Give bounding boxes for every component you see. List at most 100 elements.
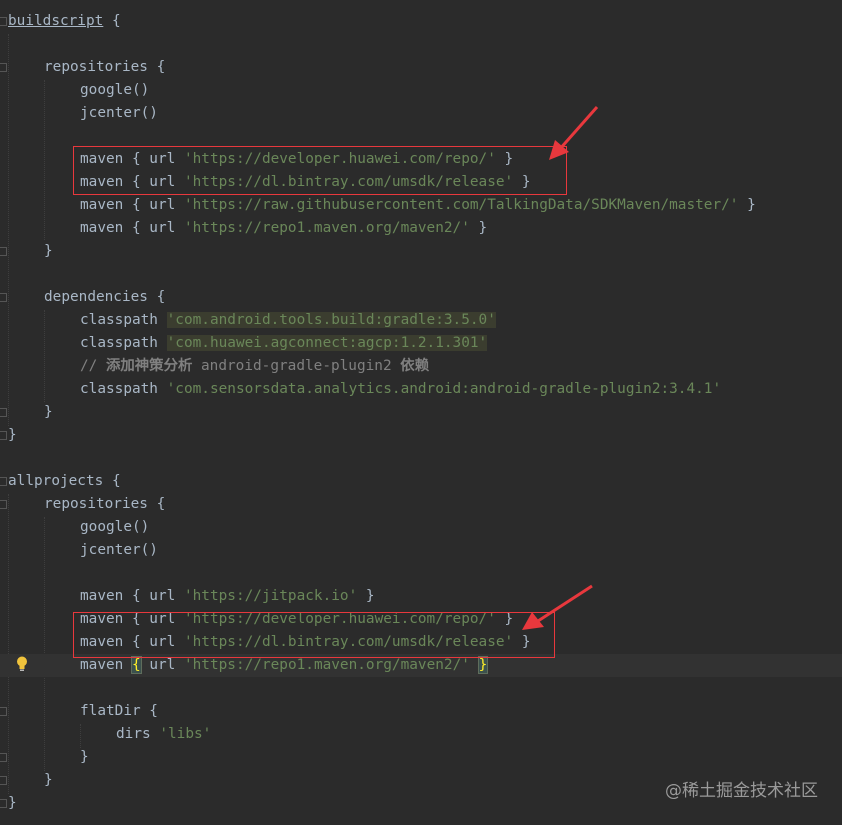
code-text: jcenter()	[80, 539, 158, 562]
code-token: }	[44, 243, 53, 259]
code-line[interactable]: }	[0, 401, 842, 424]
code-token: maven { url	[80, 220, 184, 236]
code-token: classpath	[80, 335, 167, 351]
code-token: repositories {	[44, 496, 166, 512]
comment-token: 依赖	[400, 358, 430, 374]
code-token: }	[8, 427, 17, 443]
code-text: classpath 'com.huawei.agconnect:agcp:1.2…	[80, 332, 488, 355]
code-text: dependencies {	[44, 286, 165, 309]
code-line[interactable]: buildscript {	[0, 10, 842, 33]
code-text: allprojects {	[8, 470, 121, 493]
code-line[interactable]	[0, 33, 842, 56]
code-line[interactable]: maven { url 'https://raw.githubuserconte…	[0, 194, 842, 217]
code-token: jcenter()	[80, 105, 158, 121]
code-token: google()	[80, 519, 150, 535]
code-line[interactable]: // 添加神策分析 android-gradle-plugin2 依赖	[0, 355, 842, 378]
code-token: classpath	[80, 312, 167, 328]
comment-token: //	[80, 358, 106, 374]
code-text: google()	[80, 516, 149, 539]
code-text: classpath 'com.android.tools.build:gradl…	[80, 309, 496, 332]
code-token: {	[103, 13, 121, 29]
code-token: maven	[80, 657, 132, 673]
watermark: @稀土掘金技术社区	[665, 781, 818, 801]
code-token: }	[357, 588, 375, 604]
code-token: }	[8, 795, 17, 811]
string-token: 'com.huawei.agconnect:agcp:1.2.1.301'	[166, 335, 488, 351]
code-token: }	[738, 197, 756, 213]
code-line[interactable]: allprojects {	[0, 470, 842, 493]
code-text: maven { url 'https://repo1.maven.org/mav…	[80, 217, 487, 240]
code-line[interactable]: dirs 'libs'	[0, 723, 842, 746]
code-token: {	[131, 656, 142, 674]
red-arrow-icon	[549, 106, 599, 160]
code-text: maven { url 'https://raw.githubuserconte…	[80, 194, 756, 217]
string-token: 'https://repo1.maven.org/maven2/'	[183, 657, 470, 673]
code-token: url	[140, 657, 184, 673]
code-line[interactable]	[0, 263, 842, 286]
code-text: buildscript {	[8, 10, 121, 33]
code-token: flatDir {	[80, 703, 158, 719]
code-text: }	[8, 792, 17, 815]
code-token: classpath	[80, 381, 167, 397]
code-text: google()	[80, 79, 149, 102]
code-token: dependencies {	[44, 289, 166, 305]
string-token: 'com.android.tools.build:gradle:3.5.0'	[166, 312, 496, 328]
string-token: 'https://repo1.maven.org/maven2/'	[183, 220, 470, 236]
code-token: }	[80, 749, 89, 765]
comment-token: android-gradle-plugin2	[192, 358, 401, 374]
code-line[interactable]: flatDir {	[0, 700, 842, 723]
code-token: maven { url	[80, 588, 184, 604]
string-token: 'libs'	[159, 726, 212, 742]
code-token: google()	[80, 82, 150, 98]
code-line[interactable]: classpath 'com.sensorsdata.analytics.and…	[0, 378, 842, 401]
code-line[interactable]: google()	[0, 516, 842, 539]
code-line[interactable]: repositories {	[0, 493, 842, 516]
code-text: }	[44, 769, 53, 792]
code-line[interactable]: }	[0, 424, 842, 447]
code-token: repositories {	[44, 59, 166, 75]
code-token: }	[44, 404, 53, 420]
code-text: repositories {	[44, 56, 165, 79]
comment-token: 添加神策分析	[106, 358, 193, 374]
code-line[interactable]: jcenter()	[0, 539, 842, 562]
code-token: allprojects {	[8, 473, 121, 489]
code-text: // 添加神策分析 android-gradle-plugin2 依赖	[80, 355, 429, 378]
code-line[interactable]: }	[0, 746, 842, 769]
block-link[interactable]: buildscript	[8, 13, 103, 29]
code-token: jcenter()	[80, 542, 158, 558]
code-text: dirs 'libs'	[116, 723, 211, 746]
code-token: maven { url	[80, 197, 184, 213]
string-token: 'https://raw.githubusercontent.com/Talki…	[183, 197, 739, 213]
red-arrow-icon	[522, 584, 593, 630]
code-token: }	[44, 772, 53, 788]
highlight-box-allprojects	[73, 612, 555, 658]
code-token: }	[477, 656, 489, 674]
code-token: }	[469, 220, 488, 236]
code-line[interactable]: classpath 'com.android.tools.build:gradl…	[0, 309, 842, 332]
code-line[interactable]: maven { url 'https://repo1.maven.org/mav…	[0, 217, 842, 240]
code-text: }	[44, 401, 53, 424]
code-line[interactable]	[0, 677, 842, 700]
code-line[interactable]	[0, 125, 842, 148]
highlight-box-buildscript	[73, 146, 567, 195]
code-text: }	[8, 424, 17, 447]
code-line[interactable]: classpath 'com.huawei.agconnect:agcp:1.2…	[0, 332, 842, 355]
code-line[interactable]: repositories {	[0, 56, 842, 79]
code-text: maven { url 'https://jitpack.io' }	[80, 585, 375, 608]
code-line[interactable]	[0, 447, 842, 470]
code-line[interactable]: dependencies {	[0, 286, 842, 309]
code-text: classpath 'com.sensorsdata.analytics.and…	[80, 378, 721, 401]
string-token: 'com.sensorsdata.analytics.android:andro…	[166, 381, 722, 397]
code-line[interactable]: }	[0, 240, 842, 263]
code-line[interactable]: jcenter()	[0, 102, 842, 125]
code-line[interactable]: maven { url 'https://jitpack.io' }	[0, 585, 842, 608]
code-text: repositories {	[44, 493, 165, 516]
code-editor[interactable]: buildscript { repositories { google() jcent…	[0, 0, 842, 825]
code-text: }	[80, 746, 89, 769]
code-line[interactable]	[0, 562, 842, 585]
code-line[interactable]: google()	[0, 79, 842, 102]
lightbulb-icon[interactable]	[16, 656, 28, 672]
code-text: flatDir {	[80, 700, 158, 723]
string-token: 'https://jitpack.io'	[183, 588, 358, 604]
